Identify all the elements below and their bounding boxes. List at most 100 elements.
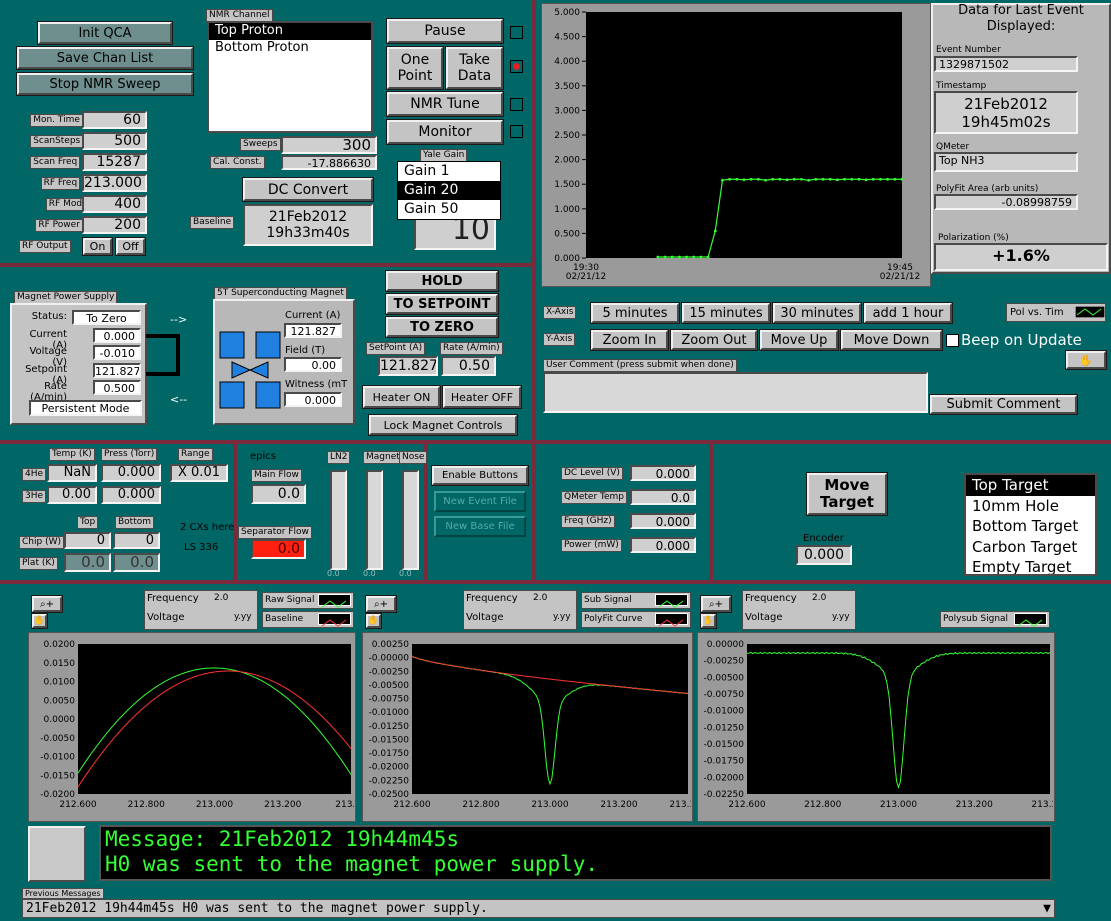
zoom-tool-icon[interactable]: ⌕+: [32, 596, 62, 612]
nmr-tune-button[interactable]: NMR Tune: [387, 92, 503, 116]
zoom-out-button[interactable]: Zoom Out: [671, 330, 757, 350]
take-data-checkbox[interactable]: [510, 60, 523, 73]
qmeter-field: Top NH3: [934, 152, 1078, 172]
x-axis-15min-button[interactable]: 15 minutes: [682, 303, 770, 323]
chip-top-field[interactable]: 0: [64, 532, 111, 549]
cal-const-label: Cal. Const.: [210, 156, 265, 169]
monitor-button[interactable]: Monitor: [387, 120, 503, 144]
event-point: [900, 177, 904, 181]
event-point: [764, 178, 767, 182]
yale-gain-dropdown[interactable]: Gain 1 Gain 20 Gain 50: [397, 161, 501, 220]
move-target-button[interactable]: Move Target: [807, 473, 887, 515]
x-tick-label: 213.398: [669, 800, 691, 810]
rf-on-button[interactable]: On: [83, 238, 112, 255]
param-label: RF Mod: [45, 198, 86, 211]
pause-button[interactable]: Pause: [387, 19, 503, 43]
pan-tool-icon[interactable]: ✋: [32, 614, 47, 628]
baseline-label: Baseline: [190, 216, 235, 229]
rf-off-button[interactable]: Off: [116, 238, 145, 255]
format-icon[interactable]: y.yy: [553, 612, 571, 622]
new-base-file-button[interactable]: New Base File: [434, 516, 526, 537]
take-data-button[interactable]: Take Data: [446, 47, 503, 89]
beep-checkbox[interactable]: [946, 334, 959, 347]
param-field[interactable]: 60: [82, 111, 147, 129]
init-qca-button[interactable]: Init QCA: [38, 22, 172, 44]
event-y-tick-label: 3.000: [554, 106, 580, 116]
zoom-tool-icon[interactable]: ⌕+: [366, 596, 396, 612]
save-chan-list-button[interactable]: Save Chan List: [17, 47, 193, 69]
format-icon[interactable]: y.yy: [832, 612, 850, 622]
legend-label: Sub Signal: [584, 595, 632, 605]
move-up-button[interactable]: Move Up: [760, 330, 838, 350]
pan-tool-icon[interactable]: ✋: [366, 614, 381, 628]
previous-messages-field[interactable]: 21Feb2012 19h44m45s H0 was sent to the m…: [22, 899, 1055, 918]
epics-bar-value: 0.0: [363, 569, 376, 578]
rate-field[interactable]: 0.50: [441, 356, 496, 376]
event-point: [677, 255, 681, 259]
lock-magnet-button[interactable]: Lock Magnet Controls: [369, 415, 517, 435]
x-axis-30min-button[interactable]: 30 minutes: [773, 303, 861, 323]
dropdown-arrow-icon[interactable]: ▼: [1043, 900, 1051, 917]
x-axis-add-hour-button[interactable]: add 1 hour: [864, 303, 952, 323]
target-item[interactable]: 10mm Hole: [966, 496, 1095, 517]
arrow-left: <--: [170, 393, 188, 406]
format-icon[interactable]: 2.0: [533, 593, 547, 603]
gain-option[interactable]: Gain 1: [398, 162, 500, 181]
baseline-timestamp: 21Feb2012 19h33m40s: [243, 204, 373, 246]
enable-buttons-button[interactable]: Enable Buttons: [432, 466, 528, 485]
target-item[interactable]: Top Target: [966, 475, 1095, 496]
dc-convert-button[interactable]: DC Convert: [243, 178, 373, 201]
epics-bar-label: Nose: [399, 451, 428, 464]
y-tick-label: 0.0050: [44, 696, 76, 706]
to-setpoint-button[interactable]: TO SETPOINT: [386, 294, 498, 314]
pan-tool-icon[interactable]: ✋: [701, 614, 716, 628]
event-point: [785, 178, 789, 182]
polarization-field: +1.6%: [934, 243, 1108, 271]
target-item[interactable]: Carbon Target: [966, 537, 1095, 558]
zoom-tool-icon[interactable]: ⌕+: [701, 596, 731, 612]
target-item[interactable]: Empty Target: [966, 557, 1095, 574]
gain-option[interactable]: Gain 50: [398, 200, 500, 219]
sc-field-label: Field (T): [285, 345, 326, 356]
plat-bottom-field: 0.0: [113, 553, 160, 572]
event-chart: 5.000 4.500 4.000 3.500 3.000 2.500 2.000 1.500…: [554, 8, 920, 282]
param-label: Scan Freq: [30, 156, 81, 169]
param-field[interactable]: 15287: [82, 153, 147, 171]
param-label: RF Freq: [40, 177, 81, 190]
monitor-checkbox[interactable]: [510, 125, 523, 138]
zoom-in-button[interactable]: Zoom In: [591, 330, 668, 350]
he3-label: 3He: [22, 490, 47, 503]
param-field[interactable]: 200: [82, 216, 147, 234]
nmr-tune-checkbox[interactable]: [510, 98, 523, 111]
target-item[interactable]: Bottom Target: [966, 516, 1095, 537]
x-axis-5min-button[interactable]: 5 minutes: [591, 303, 679, 323]
param-field[interactable]: 500: [82, 132, 147, 150]
format-icon[interactable]: 2.0: [812, 593, 826, 603]
nmr-channel-item[interactable]: Bottom Proton: [209, 40, 371, 57]
setpoint-field[interactable]: 121.827: [378, 356, 438, 376]
to-zero-button[interactable]: TO ZERO: [386, 317, 498, 337]
target-list[interactable]: Top Target 10mm Hole Bottom Target Carbon T…: [964, 473, 1097, 576]
param-field[interactable]: 213.000: [82, 174, 147, 192]
chip-bottom-field[interactable]: 0: [113, 532, 160, 549]
one-point-button[interactable]: One Point: [387, 47, 443, 89]
user-comment-input[interactable]: [543, 372, 928, 413]
format-icon[interactable]: 2.0: [214, 593, 228, 603]
gain-option[interactable]: Gain 20: [398, 181, 500, 200]
press-header: Press (Torr): [101, 448, 158, 461]
range-field: X 0.01: [170, 464, 228, 482]
format-icon[interactable]: y.yy: [234, 612, 252, 622]
move-down-button[interactable]: Move Down: [841, 330, 942, 350]
pause-checkbox[interactable]: [510, 26, 523, 39]
nmr-channel-item[interactable]: Top Proton: [209, 23, 371, 40]
hold-button[interactable]: HOLD: [386, 271, 498, 291]
nmr-channel-list[interactable]: Top Proton Bottom Proton: [207, 21, 373, 133]
new-event-file-button[interactable]: New Event File: [434, 491, 526, 512]
sweeps-field[interactable]: 300: [281, 136, 377, 154]
stop-nmr-sweep-button[interactable]: Stop NMR Sweep: [17, 73, 193, 95]
heater-off-button[interactable]: Heater OFF: [443, 386, 521, 408]
param-field[interactable]: 400: [82, 195, 147, 213]
heater-on-button[interactable]: Heater ON: [363, 386, 440, 408]
hand-tool-button[interactable]: ✋: [1066, 351, 1106, 369]
submit-comment-button[interactable]: Submit Comment: [930, 395, 1077, 414]
